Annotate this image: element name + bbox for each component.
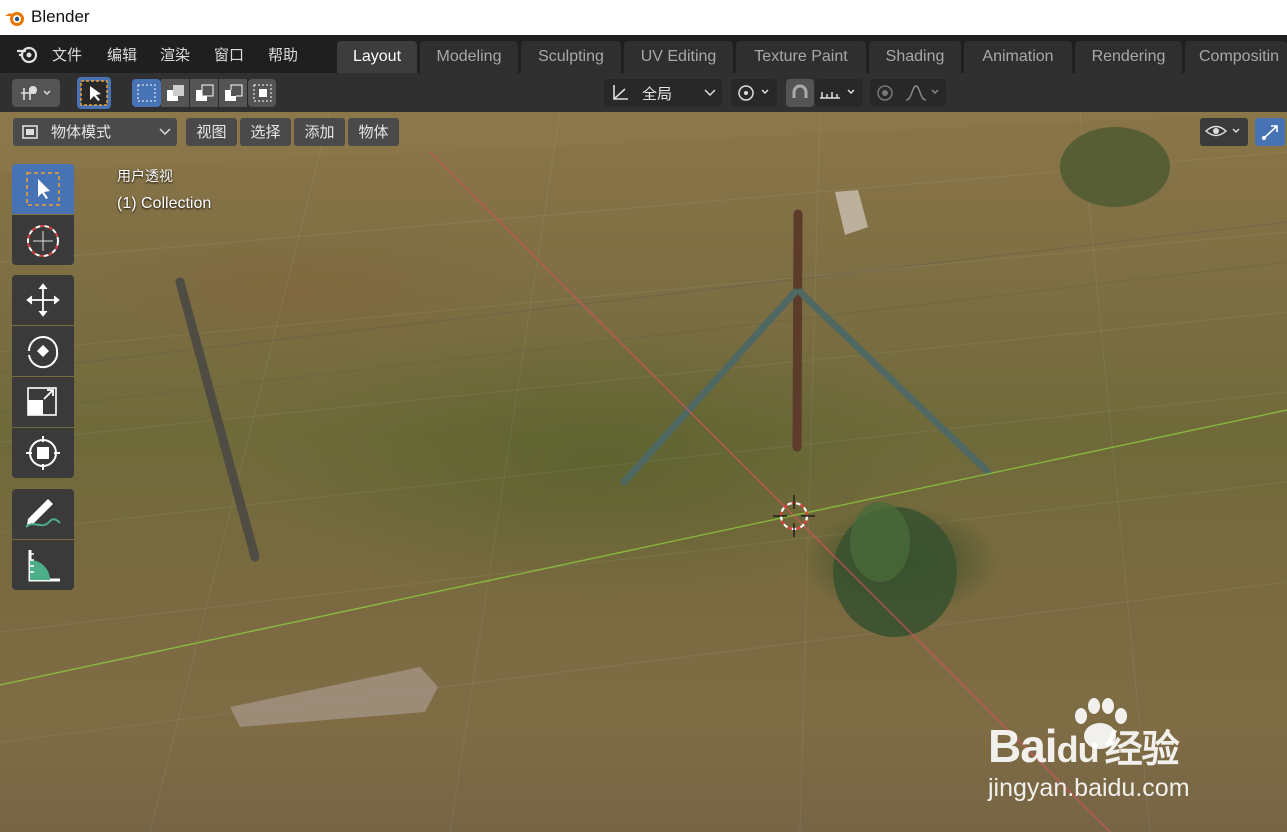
proportional-edit-group bbox=[870, 79, 946, 107]
mode-label: 物体模式 bbox=[51, 123, 112, 141]
measure-ruler-icon bbox=[28, 550, 60, 582]
menu-file[interactable]: 文件 bbox=[52, 44, 82, 65]
snap-target-dropdown[interactable] bbox=[815, 79, 863, 107]
select-box-icon bbox=[80, 80, 108, 106]
select-box-icon bbox=[26, 172, 60, 206]
collection-name: (1) Collection bbox=[117, 195, 212, 212]
gizmo-toggle[interactable] bbox=[1255, 118, 1285, 146]
window-title: Blender bbox=[31, 7, 90, 26]
transform-icon bbox=[26, 436, 60, 470]
window-titlebar: Blender bbox=[0, 0, 1287, 35]
menu-window[interactable]: 窗口 bbox=[214, 44, 244, 65]
mode-subtract-icon bbox=[196, 84, 214, 101]
mode-new-icon bbox=[137, 84, 156, 102]
tab-layout[interactable]: Layout bbox=[337, 41, 417, 73]
fence-post-center bbox=[792, 209, 803, 452]
move-icon bbox=[26, 283, 60, 317]
mode-intersect-button[interactable] bbox=[248, 79, 276, 107]
3d-cursor-icon[interactable] bbox=[773, 495, 815, 537]
tool-annotate[interactable] bbox=[12, 489, 74, 539]
menu-view[interactable]: 视图 bbox=[186, 118, 237, 146]
paw-icon bbox=[1075, 698, 1127, 749]
tab-sculpting[interactable]: Sculpting bbox=[521, 41, 621, 73]
magnet-icon bbox=[792, 84, 808, 98]
proportional-edit-icon[interactable] bbox=[876, 84, 894, 102]
rotate-icon bbox=[28, 336, 59, 369]
annotate-pencil-icon bbox=[25, 499, 61, 528]
mode-extend-icon bbox=[167, 85, 184, 101]
pivot-point-dropdown[interactable] bbox=[731, 79, 777, 107]
fence-post-left bbox=[175, 277, 260, 562]
mode-intersect-icon bbox=[253, 84, 272, 102]
scale-icon bbox=[27, 387, 57, 416]
mode-dropdown[interactable]: 物体模式 bbox=[13, 118, 177, 146]
mode-new-button[interactable] bbox=[132, 79, 161, 107]
gizmo-icon bbox=[1262, 125, 1278, 140]
view-name: 用户透视 bbox=[117, 169, 173, 185]
tab-animation[interactable]: Animation bbox=[964, 41, 1072, 73]
editor-type-button[interactable] bbox=[12, 79, 60, 107]
top-bar: 文件 编辑 渲染 窗口 帮助 Layout Modeling Sculpting… bbox=[0, 35, 1287, 73]
tool-measure[interactable] bbox=[12, 540, 74, 590]
tab-compositing[interactable]: Compositin bbox=[1185, 41, 1287, 73]
visibility-dropdown[interactable] bbox=[1200, 118, 1248, 146]
mode-invert-icon bbox=[225, 84, 243, 101]
pivot-point-icon bbox=[738, 85, 769, 101]
orientation-axes-icon bbox=[613, 85, 628, 100]
tool-select-box[interactable] bbox=[12, 164, 74, 214]
tool-scale[interactable] bbox=[12, 377, 74, 427]
menu-help[interactable]: 帮助 bbox=[268, 44, 298, 65]
blender-menu-icon[interactable] bbox=[15, 44, 39, 64]
y-axis-line bbox=[0, 409, 1287, 686]
menu-add[interactable]: 添加 bbox=[294, 118, 345, 146]
menu-select[interactable]: 选择 bbox=[240, 118, 291, 146]
chevron-down-icon bbox=[704, 89, 716, 97]
orientation-label: 全局 bbox=[642, 85, 673, 103]
snap-toggle[interactable] bbox=[786, 79, 814, 107]
transform-orientation-dropdown[interactable]: 全局 bbox=[604, 79, 722, 107]
rock bbox=[230, 667, 438, 727]
menu-object[interactable]: 物体 bbox=[348, 118, 399, 146]
cursor-tool-icon bbox=[27, 225, 59, 257]
tool-rotate[interactable] bbox=[12, 326, 74, 376]
mode-subtract-button[interactable] bbox=[190, 79, 218, 107]
selection-mode-group bbox=[132, 79, 276, 107]
shrub-far bbox=[1060, 127, 1170, 207]
mode-invert-button[interactable] bbox=[219, 79, 247, 107]
tool-transform[interactable] bbox=[12, 428, 74, 478]
tab-shading[interactable]: Shading bbox=[869, 41, 961, 73]
tab-rendering[interactable]: Rendering bbox=[1075, 41, 1182, 73]
tool-cursor[interactable] bbox=[12, 215, 74, 265]
tool-header: 全局 bbox=[0, 73, 1287, 112]
blender-logo-icon bbox=[5, 12, 24, 26]
chevron-down-icon bbox=[159, 128, 171, 136]
falloff-curve-icon[interactable] bbox=[904, 84, 944, 102]
select-tool-button[interactable] bbox=[77, 77, 111, 109]
tool-move[interactable] bbox=[12, 275, 74, 325]
tab-modeling[interactable]: Modeling bbox=[420, 41, 518, 73]
snap-increment-icon bbox=[820, 89, 855, 99]
menu-render[interactable]: 渲染 bbox=[160, 44, 190, 65]
tab-texture-paint[interactable]: Texture Paint bbox=[736, 41, 866, 73]
watermark-url: jingyan.baidu.com bbox=[988, 774, 1190, 802]
mode-extend-button[interactable] bbox=[161, 79, 189, 107]
editor-type-icon bbox=[21, 86, 51, 100]
object-mode-icon bbox=[22, 125, 38, 139]
tab-uv-editing[interactable]: UV Editing bbox=[624, 41, 733, 73]
eye-icon bbox=[1204, 125, 1240, 137]
3d-viewport[interactable]: 物体模式 视图 选择 添加 物体 用户透视 (1) Collection Bai… bbox=[0, 112, 1287, 832]
menu-edit[interactable]: 编辑 bbox=[107, 44, 137, 65]
